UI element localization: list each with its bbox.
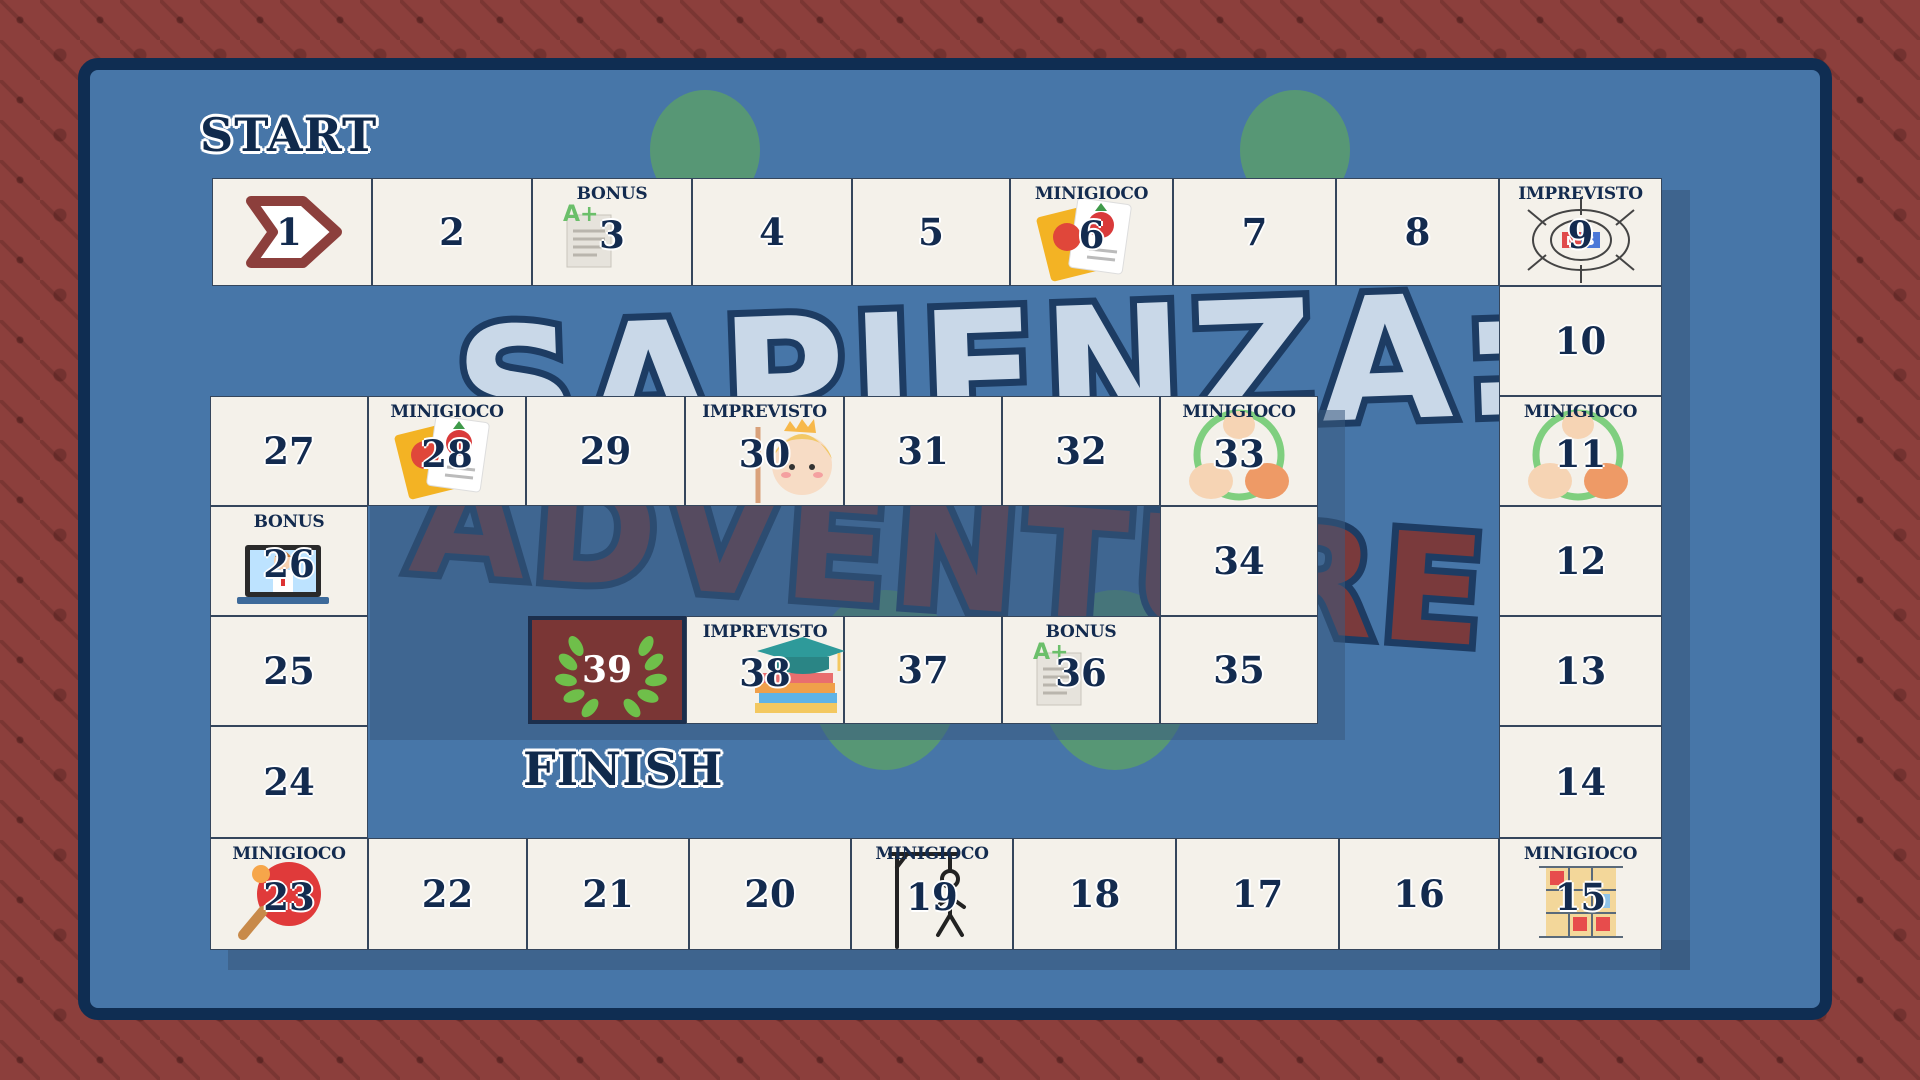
cell-number: 35 — [1213, 648, 1265, 692]
cell-number: 32 — [1055, 429, 1107, 473]
board-cell-34[interactable]: 34 — [1160, 506, 1318, 616]
svg-text:A+: A+ — [563, 202, 598, 227]
cell-type-label: MINIGIOCO — [232, 844, 346, 864]
right-shadow — [1660, 190, 1690, 970]
board-cell-18[interactable]: 18 — [1013, 838, 1176, 950]
board-cell-13[interactable]: 13 — [1499, 616, 1662, 726]
cell-type-label: MINIGIOCO — [1523, 844, 1638, 864]
board-cell-8[interactable]: 8 — [1336, 178, 1499, 286]
board-cell-20[interactable]: 20 — [689, 838, 851, 950]
cell-number: 12 — [1554, 539, 1607, 583]
board-cell-2[interactable]: 2 — [372, 178, 532, 286]
cell-type-label: MINIGIOCO — [390, 402, 504, 422]
cell-number: 8 — [1404, 210, 1431, 254]
board-cell-19[interactable]: MINIGIOCO 19 — [851, 838, 1013, 950]
cell-number: 10 — [1554, 319, 1607, 363]
board-cell-6[interactable]: MINIGIOCO 6 — [1010, 178, 1173, 286]
cell-number: 22 — [421, 872, 474, 916]
cell-number: 36 — [1055, 651, 1107, 695]
cell-type-label: BONUS — [253, 512, 325, 532]
board-cell-32[interactable]: 32 — [1002, 396, 1160, 506]
board-cell-7[interactable]: 7 — [1173, 178, 1336, 286]
cell-number: 17 — [1231, 872, 1284, 916]
cell-number: 4 — [759, 210, 785, 254]
board-cell-24[interactable]: 24 — [210, 726, 368, 838]
cell-number: 19 — [906, 875, 958, 919]
board-cell-5[interactable]: 5 — [852, 178, 1010, 286]
cell-number: 5 — [918, 210, 944, 254]
board-cell-17[interactable]: 17 — [1176, 838, 1339, 950]
board-cell-29[interactable]: 29 — [526, 396, 685, 506]
board-cell-26[interactable]: BONUS 26 — [210, 506, 368, 616]
start-label: START — [200, 108, 378, 162]
cell-number: 27 — [263, 429, 315, 473]
cell-type-label: IMPREVISTO — [702, 622, 828, 642]
cell-type-label: MINIGIOCO — [875, 844, 989, 864]
cell-number: 2 — [439, 210, 465, 254]
cell-number: 30 — [738, 432, 791, 476]
cell-number: 28 — [421, 432, 473, 476]
board-cell-21[interactable]: 21 — [527, 838, 689, 950]
cell-type-label: BONUS — [576, 184, 648, 204]
cell-number: 14 — [1554, 760, 1607, 804]
cell-type-label: MINIGIOCO — [1182, 402, 1296, 422]
board-cell-33[interactable]: MINIGIOCO 33 — [1160, 396, 1318, 506]
cell-number: 7 — [1241, 210, 1268, 254]
cell-number: 24 — [263, 760, 315, 804]
cell-number: 23 — [263, 875, 315, 919]
board-cell-27[interactable]: 27 — [210, 396, 368, 506]
board-cell-25[interactable]: 25 — [210, 616, 368, 726]
cell-number: 25 — [263, 649, 315, 693]
board-cell-10[interactable]: 10 — [1499, 286, 1662, 396]
cell-type-label: IMPREVISTO — [1518, 184, 1643, 204]
board-cell-16[interactable]: 16 — [1339, 838, 1499, 950]
cell-number: 6 — [1078, 213, 1105, 257]
cell-type-label: BONUS — [1045, 622, 1117, 642]
cell-number: 20 — [744, 872, 796, 916]
cell-number: 37 — [897, 648, 949, 692]
cell-number: 34 — [1213, 539, 1265, 583]
cell-number: 21 — [582, 872, 634, 916]
start-cell[interactable]: 1 — [212, 178, 372, 286]
cell-number: 3 — [599, 213, 625, 257]
cell-number: 26 — [263, 542, 315, 586]
board-cell-37[interactable]: 37 — [844, 616, 1002, 724]
finish-label: FINISH — [523, 742, 724, 796]
board-cell-14[interactable]: 14 — [1499, 726, 1662, 838]
cell-number: 15 — [1554, 875, 1607, 919]
board-cell-15[interactable]: MINIGIOCO 15 — [1499, 838, 1662, 950]
cell-number: 33 — [1213, 432, 1265, 476]
board-cell-11[interactable]: MINIGIOCO 11 — [1499, 396, 1662, 506]
cell-number: 11 — [1554, 432, 1607, 476]
cell-type-label: IMPREVISTO — [702, 402, 827, 422]
cell-number: 18 — [1068, 872, 1121, 916]
board-cell-22[interactable]: 22 — [368, 838, 527, 950]
cell-number: 13 — [1554, 649, 1607, 693]
cell-number: 1 — [276, 210, 302, 254]
board-cell-31[interactable]: 31 — [844, 396, 1002, 506]
cell-type-label: MINIGIOCO — [1034, 184, 1149, 204]
board-cell-4[interactable]: 4 — [692, 178, 852, 286]
cell-number: 39 — [581, 649, 633, 691]
cell-number: 9 — [1567, 213, 1594, 257]
cell-number: 31 — [897, 429, 949, 473]
board-cell-36[interactable]: A+ BONUS 36 — [1002, 616, 1160, 724]
board-cell-12[interactable]: 12 — [1499, 506, 1662, 616]
cell-number: 38 — [739, 651, 791, 695]
board-cell-9[interactable]: N S IMPREVISTO 9 — [1499, 178, 1662, 286]
board-cell-38[interactable]: IMPREVISTO 38 — [686, 616, 845, 724]
cell-number: 29 — [579, 429, 632, 473]
board-cell-23[interactable]: MINIGIOCO 23 — [210, 838, 368, 950]
finish-cell[interactable]: 39 — [528, 616, 686, 724]
cell-number: 16 — [1393, 872, 1445, 916]
board-cell-28[interactable]: MINIGIOCO 28 — [368, 396, 526, 506]
board-cell-30[interactable]: IMPREVISTO 30 — [685, 396, 844, 506]
board-cell-35[interactable]: 35 — [1160, 616, 1318, 724]
board-cell-3[interactable]: A+ BONUS 3 — [532, 178, 692, 286]
cell-type-label: MINIGIOCO — [1523, 402, 1638, 422]
